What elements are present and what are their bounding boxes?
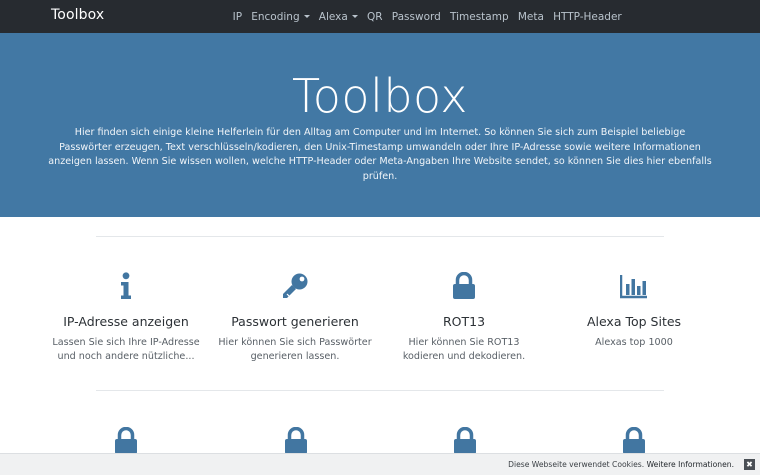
card-text: Lassen Sie sich Ihre IP-Adresse und noch…	[52, 337, 200, 362]
nav-item-ip[interactable]: IP	[228, 11, 247, 23]
card-title: IP-Adresse anzeigen	[63, 314, 189, 329]
lock-icon[interactable]	[284, 427, 308, 455]
nav-item-qr[interactable]: QR	[362, 11, 387, 23]
divider	[96, 390, 664, 391]
nav-item-label: HTTP-Header	[553, 10, 622, 23]
divider	[96, 236, 664, 237]
card-alexa-top-sites[interactable]: Alexa Top Sites Alexas top 1000	[549, 272, 719, 350]
cookie-bar: Diese Webseite verwendet Cookies. Weiter…	[0, 453, 760, 475]
close-icon[interactable]: ✖	[744, 459, 755, 470]
nav-item-alexa[interactable]: Alexa	[314, 11, 362, 23]
brand-link[interactable]: Toolbox	[51, 7, 104, 23]
nav-item-label: Meta	[517, 10, 544, 23]
nav-item-encoding[interactable]: Encoding	[247, 11, 315, 23]
cookie-more-info-link[interactable]: Weitere Informationen.	[647, 460, 734, 469]
card-text: Hier können Sie sich Passwörter generier…	[218, 337, 372, 362]
cookie-text: Diese Webseite verwendet Cookies.	[508, 460, 645, 469]
caret-down-icon	[351, 15, 358, 18]
card-rot13[interactable]: ROT13 Hier können Sie ROT13 kodieren und…	[379, 272, 549, 364]
nav-item-password[interactable]: Password	[387, 11, 445, 23]
key-icon	[283, 273, 308, 298]
card-text: Alexas top 1000	[595, 337, 673, 348]
info-icon	[121, 272, 131, 299]
card-title: ROT13	[442, 314, 486, 329]
nav-item-http-header[interactable]: HTTP-Header	[548, 11, 626, 23]
nav-item-label: Encoding	[251, 10, 300, 23]
cookie-message: Diese Webseite verwendet Cookies. Weiter…	[508, 460, 734, 469]
card-text: Hier können Sie ROT13 kodieren und dekod…	[402, 337, 526, 362]
nav-item-label: Password	[391, 10, 441, 23]
card-title: Passwort generieren	[231, 314, 359, 329]
bar-chart-icon	[620, 275, 647, 299]
nav-item-meta[interactable]: Meta	[513, 11, 548, 23]
lock-icon[interactable]	[622, 427, 646, 455]
nav-item-label: Alexa	[318, 10, 348, 23]
card-ip-address[interactable]: IP-Adresse anzeigen Lassen Sie sich Ihre…	[41, 272, 211, 364]
hero-description: Hier finden sich einige kleine Helferlei…	[48, 127, 712, 182]
nav-menu: IP Encoding Alexa QR Password Timestamp …	[228, 0, 626, 33]
caret-down-icon	[303, 15, 310, 18]
card-password[interactable]: Passwort generieren Hier können Sie sich…	[210, 272, 380, 364]
nav-item-timestamp[interactable]: Timestamp	[445, 11, 513, 23]
hero-banner: Toolbox Hier finden sich einige kleine H…	[0, 33, 760, 217]
nav-item-label: QR	[367, 10, 383, 23]
lock-icon[interactable]	[453, 427, 477, 455]
hero-title: Toolbox	[292, 69, 468, 123]
card-title: Alexa Top Sites	[586, 314, 682, 329]
nav-item-label: Timestamp	[450, 10, 509, 23]
navbar: Toolbox IP Encoding Alexa QR Password Ti…	[0, 0, 760, 33]
lock-icon	[453, 272, 475, 299]
nav-item-label: IP	[232, 10, 243, 23]
lock-icon[interactable]	[114, 427, 138, 455]
